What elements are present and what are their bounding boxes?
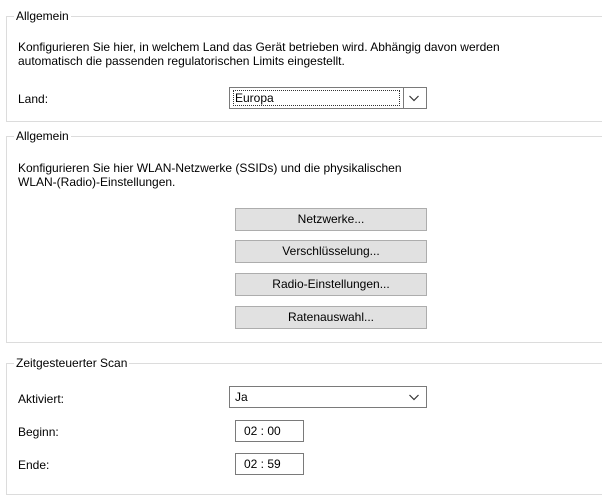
land-select-value: Europa — [235, 91, 274, 105]
scan-group-title: Zeitgesteuerter Scan — [14, 356, 130, 370]
chevron-down-icon[interactable] — [408, 92, 420, 104]
encryption-button[interactable]: Verschlüsselung... — [235, 240, 427, 263]
wlan-group-title: Allgemein — [14, 129, 71, 143]
begin-label: Beginn: — [18, 425, 59, 439]
country-description: Konfigurieren Sie hier, in welchem Land … — [18, 40, 500, 68]
country-description-line2: automatisch die passenden regulatorische… — [18, 54, 345, 68]
country-description-line1: Konfigurieren Sie hier, in welchem Land … — [18, 40, 500, 54]
chevron-down-icon[interactable] — [408, 391, 420, 403]
wlan-description: Konfigurieren Sie hier WLAN-Netzwerke (S… — [18, 161, 402, 189]
land-select-divider — [403, 88, 404, 108]
activated-select-value: Ja — [235, 390, 248, 404]
country-group: Allgemein Konfigurieren Sie hier, in wel… — [6, 9, 602, 122]
scan-group: Zeitgesteuerter Scan Aktiviert: Ja Begin… — [6, 356, 602, 495]
land-label: Land: — [18, 92, 49, 106]
end-label: Ende: — [18, 458, 50, 472]
activated-label: Aktiviert: — [18, 392, 65, 406]
rate-selection-button[interactable]: Ratenauswahl... — [235, 306, 427, 329]
land-select[interactable]: Europa — [229, 87, 427, 109]
activated-select[interactable]: Ja — [229, 386, 427, 408]
wlan-group: Allgemein Konfigurieren Sie hier WLAN-Ne… — [6, 129, 602, 343]
networks-button[interactable]: Netzwerke... — [235, 208, 427, 231]
wlan-description-line1: Konfigurieren Sie hier WLAN-Netzwerke (S… — [18, 161, 402, 175]
wlan-description-line2: WLAN-(Radio)-Einstellungen. — [18, 175, 176, 189]
radio-settings-button[interactable]: Radio-Einstellungen... — [235, 273, 427, 296]
country-group-title: Allgemein — [14, 9, 71, 23]
begin-time-field[interactable]: 02 : 00 — [235, 420, 304, 442]
end-time-field[interactable]: 02 : 59 — [235, 453, 304, 475]
